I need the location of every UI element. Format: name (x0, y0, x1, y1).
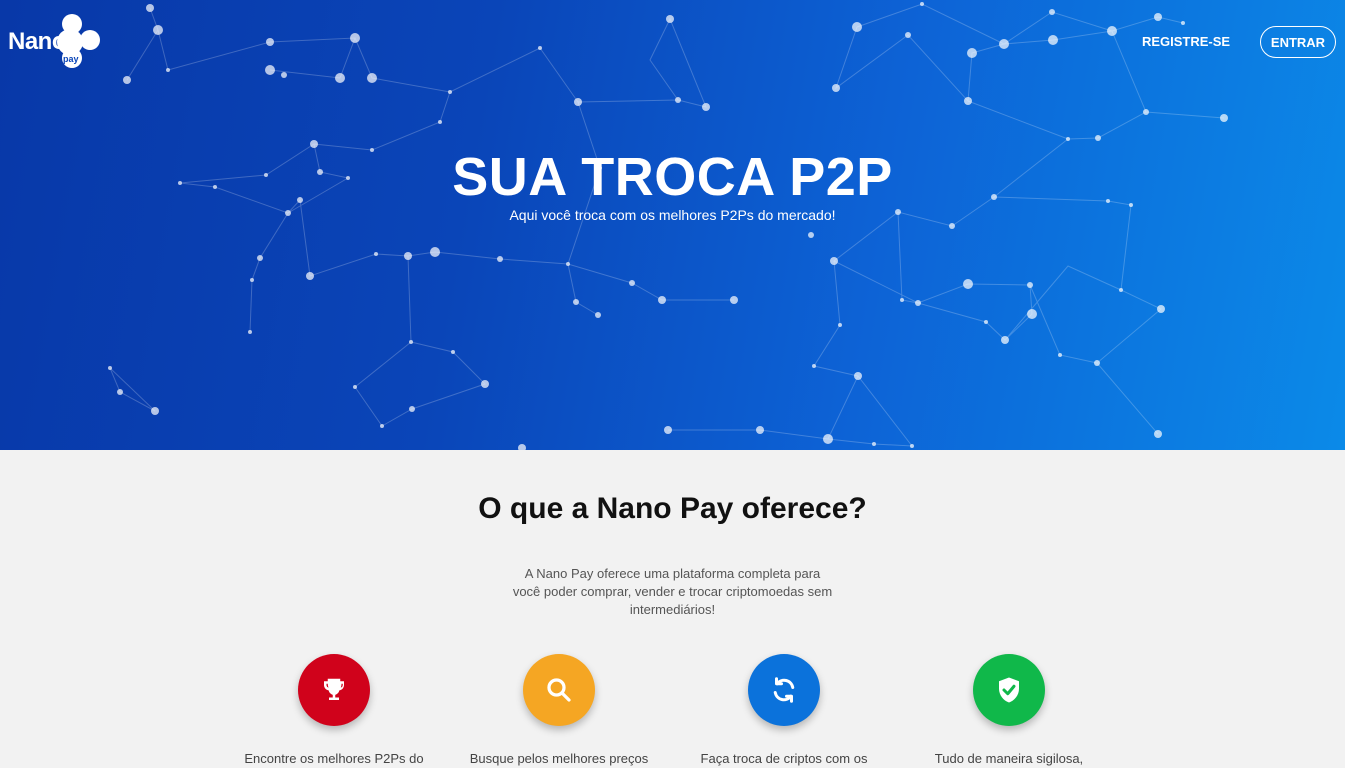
login-button[interactable]: ENTRAR (1260, 26, 1336, 58)
hero-title: SUA TROCA P2P (452, 147, 893, 207)
hero-banner: Nano pay REGISTRE-SE ENTRAR SUA TROCA P2… (0, 0, 1345, 450)
hero-subtitle: Aqui você troca com os melhores P2Ps do … (509, 207, 836, 223)
feature-icon-circle (973, 654, 1045, 726)
section-title: O que a Nano Pay oferece? (478, 492, 867, 525)
feature-item-p2p: Encontre os melhores P2Ps do (239, 654, 429, 768)
shield-check-icon (999, 677, 1019, 703)
nano-pay-logo[interactable]: Nano pay (6, 12, 102, 72)
feature-item-secure: Tudo de maneira sigilosa, (914, 654, 1104, 768)
feature-icon-circle (523, 654, 595, 726)
search-icon (547, 678, 571, 702)
feature-text: Tudo de maneira sigilosa, (934, 751, 1084, 766)
section-description: A Nano Pay oferece uma plataforma comple… (512, 566, 833, 617)
exchange-icon (773, 677, 795, 703)
trophy-icon (324, 678, 344, 700)
feature-text: Faça troca de criptos com os (700, 751, 868, 766)
register-link[interactable]: REGISTRE-SE (1140, 34, 1232, 52)
logo-subtext: pay (63, 54, 79, 64)
feature-text: Encontre os melhores P2Ps do (244, 751, 424, 766)
feature-item-prices: Busque pelos melhores preços (464, 654, 654, 768)
logo-text: Nano (8, 28, 67, 55)
feature-icon-circle (298, 654, 370, 726)
feature-icon-circle (748, 654, 820, 726)
feature-item-exchange: Faça troca de criptos com os (689, 654, 879, 768)
network-background (108, 2, 1228, 450)
feature-text: Busque pelos melhores preços (469, 751, 649, 766)
